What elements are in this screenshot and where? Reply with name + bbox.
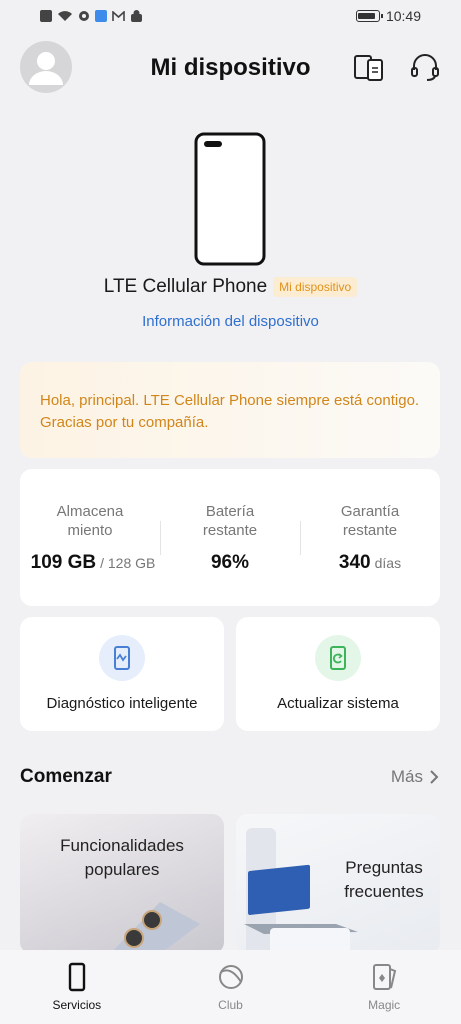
status-bar: 10:49 [0,0,461,32]
battery-label: Batería restante [160,502,300,540]
section-title: Comenzar [20,766,112,787]
phone-camera-image [110,902,200,954]
wifi-icon [58,11,72,21]
diagnostics-icon-wrap [99,635,145,681]
diagnostics-icon [114,646,130,670]
battery-label-line2: restante [202,522,258,539]
phone-icon [68,962,86,992]
update-icon-wrap [315,635,361,681]
nav-label-club: Club [218,998,243,1012]
system-update-icon [330,646,346,670]
greeting-text: Hola, principal. LTE Cellular Phone siem… [40,392,420,431]
storage-label: Almacena miento [20,502,160,540]
storage-value-row: 109 GB / 128 GB [23,552,163,574]
battery-value-row: 96% [160,552,300,574]
app-notification-icon [95,10,107,22]
feature-title-line2: populares [84,860,160,879]
stats-card: Almacena miento 109 GB / 128 GB Batería … [20,469,440,606]
storage-total: / 128 GB [100,555,156,571]
warranty-value: 340 [338,552,371,573]
feature-title-line1: Preguntas [345,858,423,877]
page-title: Mi dispositivo [150,54,311,81]
magic-icon [373,964,397,990]
device-name: LTE Cellular Phone [103,276,268,297]
warranty-unit: días [374,555,402,571]
storage-label-line2: miento [67,522,113,539]
warranty-value-row: 340 días [300,552,440,574]
nav-item-club[interactable]: Club [154,950,308,1024]
feature-title-line1: Funcionalidades [60,836,184,855]
update-label: Actualizar sistema [277,695,399,712]
warranty-stat[interactable]: Garantía restante 340 días [300,469,440,606]
chevron-right-icon [430,770,439,784]
system-update-card[interactable]: Actualizar sistema [236,617,440,731]
more-link[interactable]: Más [391,767,439,787]
feature-title-line2: frecuentes [344,882,424,901]
storage-label-line1: Almacena [56,503,124,520]
device-info-link[interactable]: Información del dispositivo [0,313,461,330]
phone-illustration [194,132,266,266]
header: Mi dispositivo [0,40,461,96]
mail-icon [112,10,125,21]
more-label: Más [390,767,423,786]
warranty-label: Garantía restante [300,502,440,540]
nav-label-servicios: Servicios [52,998,102,1012]
sim-alert-icon [40,10,52,22]
my-device-badge: Mi dispositivo [273,277,358,297]
android-debug-icon [131,10,142,22]
status-icons [40,10,143,22]
status-right: 10:49 [355,8,421,24]
warranty-label-line1: Garantía [340,503,400,520]
headset-support-icon[interactable] [408,52,442,84]
storage-stat[interactable]: Almacena miento 109 GB / 128 GB [20,469,160,606]
club-icon [218,965,243,989]
diagnostics-label: Diagnóstico inteligente [46,695,198,712]
popular-features-card[interactable]: Funcionalidades populares [20,814,224,954]
battery-label-line1: Batería [205,503,255,520]
greeting-card: Hola, principal. LTE Cellular Phone siem… [20,362,440,458]
nav-item-magic[interactable]: Magic [307,950,461,1024]
popular-features-title: Funcionalidades populares [20,834,224,882]
battery-value: 96% [210,552,250,573]
battery-icon [355,10,383,22]
storage-value: 109 GB [30,552,97,573]
status-time: 10:49 [385,8,421,24]
device-name-row: LTE Cellular Phone Mi dispositivo [0,276,461,298]
faq-card[interactable]: Preguntas frecuentes [236,814,440,954]
settings-icon [79,11,89,21]
device-switch-icon[interactable] [352,52,386,84]
nav-item-servicios[interactable]: Servicios [0,950,154,1024]
faq-title: Preguntas frecuentes [336,856,432,904]
nav-label-magic: Magic [368,998,401,1012]
warranty-label-line2: restante [342,522,398,539]
bottom-nav: Servicios Club Magic [0,950,461,1024]
battery-stat[interactable]: Batería restante 96% [160,469,300,606]
smart-diagnostics-card[interactable]: Diagnóstico inteligente [20,617,224,731]
